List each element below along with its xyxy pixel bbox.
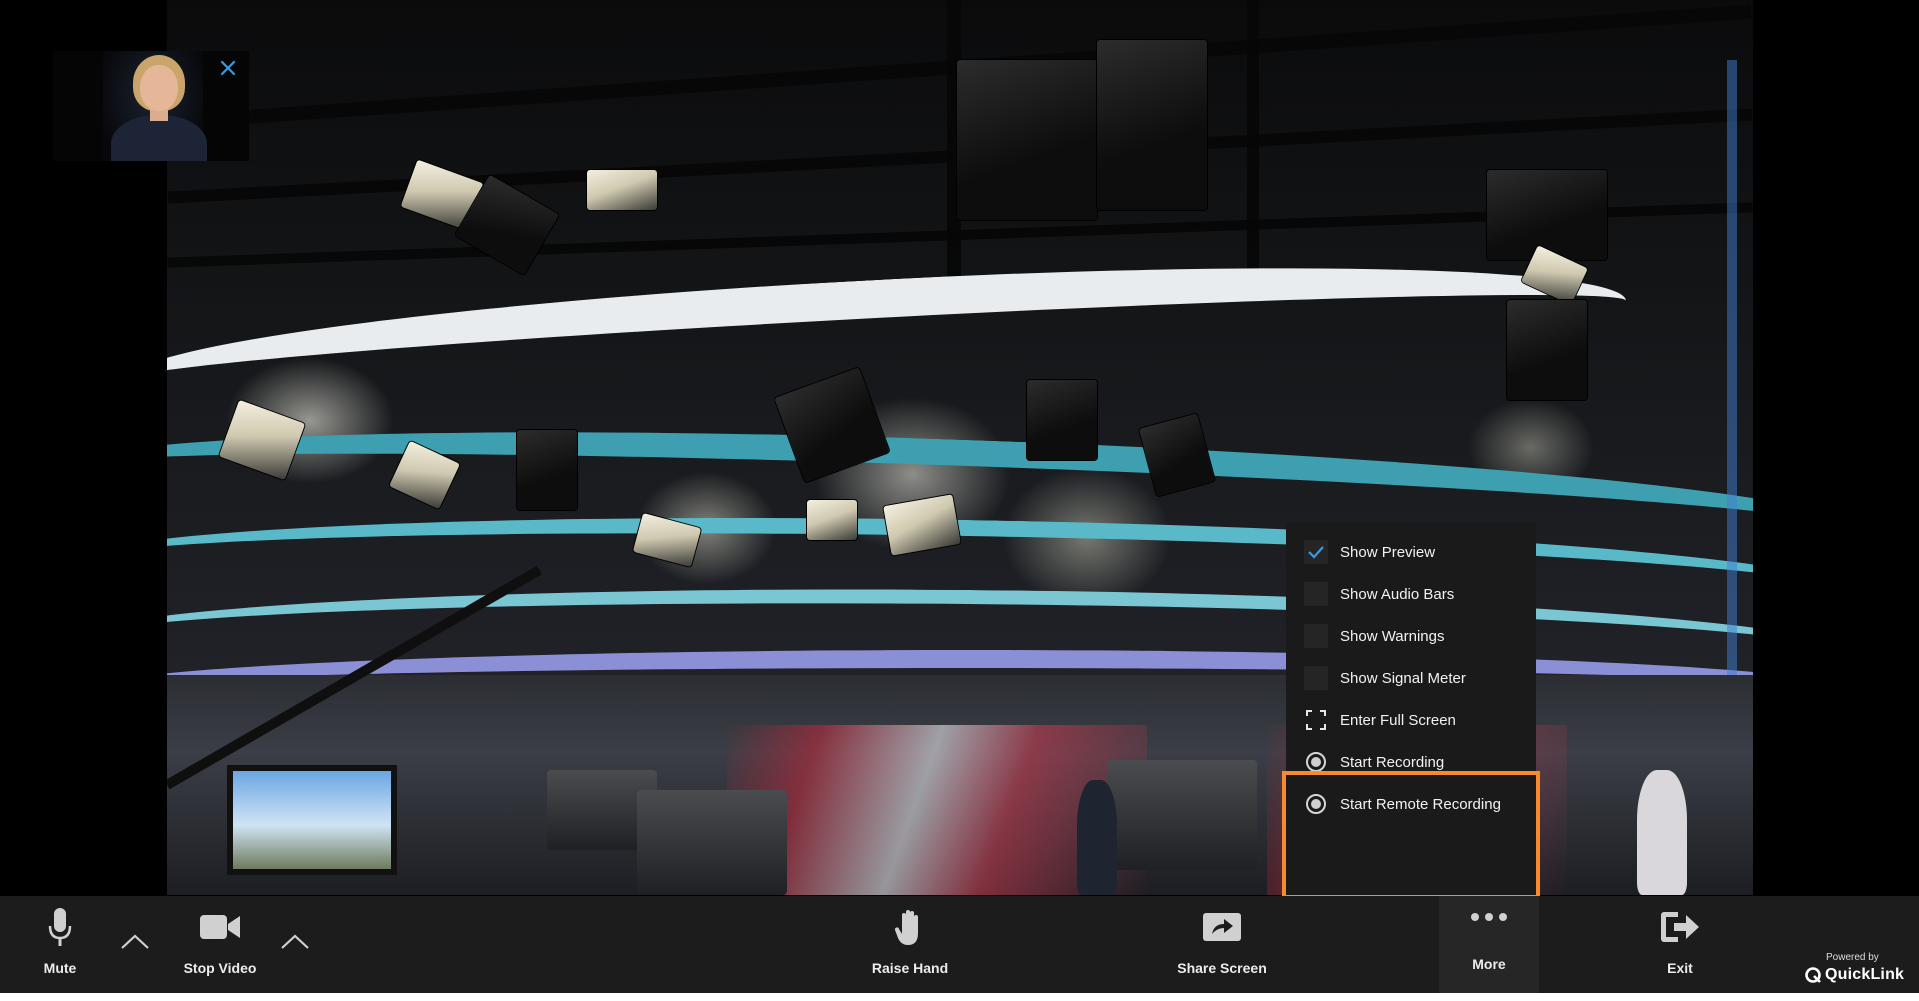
menu-item-show-warnings[interactable]: Show Warnings <box>1286 615 1536 657</box>
record-radio-icon <box>1304 792 1328 816</box>
powered-by-branding: Powered by QuickLink <box>1804 950 1904 990</box>
exit-label: Exit <box>1667 960 1693 976</box>
more-dots-icon <box>1471 913 1507 921</box>
raise-hand-label: Raise Hand <box>871 960 949 976</box>
microphone-icon <box>48 908 72 946</box>
mute-label: Mute <box>43 960 77 976</box>
fullscreen-icon <box>1304 708 1328 732</box>
video-options-chevron[interactable] <box>279 929 311 955</box>
video-call-app: Show Preview Show Audio Bars Show Warnin… <box>0 0 1919 1001</box>
more-options-menu: Show Preview Show Audio Bars Show Warnin… <box>1286 523 1536 895</box>
quicklink-logo-icon <box>1805 967 1821 983</box>
menu-item-label: Show Signal Meter <box>1340 669 1466 687</box>
menu-item-label: Show Preview <box>1340 543 1436 561</box>
raise-hand-icon <box>894 910 918 945</box>
chevron-up-icon <box>281 934 309 949</box>
show-audio-bars-checkbox[interactable] <box>1304 582 1328 606</box>
show-signal-meter-checkbox[interactable] <box>1304 666 1328 690</box>
menu-item-label: Show Audio Bars <box>1340 585 1455 603</box>
mute-button[interactable]: Mute <box>20 896 100 993</box>
show-warnings-checkbox[interactable] <box>1304 624 1328 648</box>
more-button[interactable]: More <box>1439 896 1539 993</box>
more-label: More <box>1472 956 1506 972</box>
close-icon <box>220 60 236 76</box>
bottom-toolbar: Mute Stop Video Raise Hand Share Screen … <box>0 896 1919 993</box>
menu-item-enter-full-screen[interactable]: Enter Full Screen <box>1286 699 1536 741</box>
brand-name: QuickLink <box>1825 966 1905 983</box>
menu-item-label: Start Recording <box>1340 753 1445 771</box>
video-camera-icon <box>200 915 240 939</box>
menu-item-label: Start Remote Recording <box>1340 795 1501 813</box>
show-preview-checkbox[interactable] <box>1304 540 1328 564</box>
menu-item-show-audio-bars[interactable]: Show Audio Bars <box>1286 573 1536 615</box>
chevron-up-icon <box>121 934 149 949</box>
exit-button[interactable]: Exit <box>1640 896 1720 993</box>
stop-video-button[interactable]: Stop Video <box>175 896 265 993</box>
record-radio-icon <box>1304 750 1328 774</box>
stop-video-label: Stop Video <box>183 960 257 976</box>
raise-hand-button[interactable]: Raise Hand <box>860 896 960 993</box>
exit-icon <box>1661 912 1699 942</box>
menu-item-start-remote-recording[interactable]: Start Remote Recording <box>1286 783 1536 825</box>
powered-by-text: Powered by <box>1826 952 1879 963</box>
menu-item-label: Show Warnings <box>1340 627 1445 645</box>
share-screen-icon <box>1203 913 1241 941</box>
share-screen-label: Share Screen <box>1177 960 1267 976</box>
share-screen-button[interactable]: Share Screen <box>1170 896 1274 993</box>
menu-item-show-preview[interactable]: Show Preview <box>1286 531 1536 573</box>
audio-options-chevron[interactable] <box>119 929 151 955</box>
bottom-strip <box>0 993 1919 1001</box>
menu-item-show-signal-meter[interactable]: Show Signal Meter <box>1286 657 1536 699</box>
check-icon <box>1308 546 1324 559</box>
menu-item-label: Enter Full Screen <box>1340 711 1456 729</box>
menu-item-start-recording[interactable]: Start Recording <box>1286 741 1536 783</box>
close-preview-button[interactable] <box>217 57 239 79</box>
